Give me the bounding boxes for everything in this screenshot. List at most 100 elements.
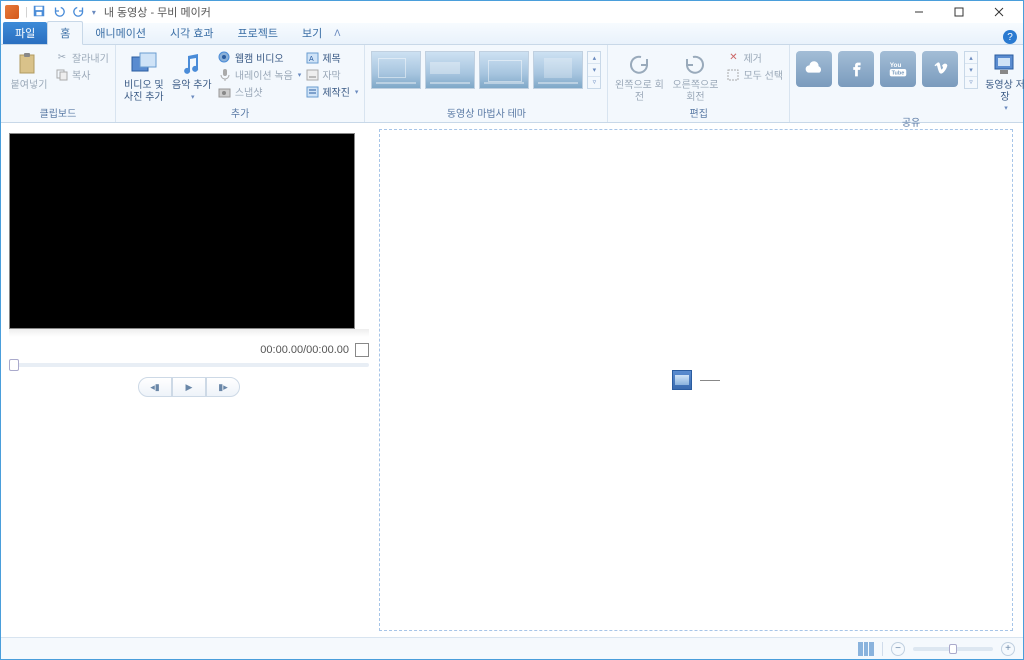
collapse-ribbon-icon[interactable]: ᐱ [334,28,340,39]
share-onedrive-button[interactable] [796,51,832,87]
group-label-themes: 동영상 마법사 테마 [371,104,601,122]
close-button[interactable] [979,2,1019,22]
video-preview[interactable] [9,133,355,329]
caption-label: 자막 [322,67,340,82]
status-bar: − + [1,637,1023,659]
fullscreen-icon[interactable] [355,343,369,357]
snapshot-icon [218,85,232,99]
save-icon[interactable] [32,4,46,21]
music-icon [178,50,206,78]
theme-expand[interactable]: ▿ [588,77,600,88]
save-movie-label: 동영상 저장 [984,80,1024,103]
cut-button[interactable]: ✂잘라내기 [55,49,109,66]
caption-icon [305,68,319,82]
rotate-right-icon [681,50,709,78]
playback-controls: ◂▮ ▶ ▮▸ [9,377,369,397]
rotate-left-label: 왼쪽으로 회전 [614,80,664,103]
qat-dropdown-icon[interactable]: ▾ [92,8,96,17]
theme-1[interactable] [371,51,421,89]
share-expand[interactable]: ▿ [965,77,977,88]
select-all-label: 모두 선택 [743,67,783,82]
cut-icon: ✂ [55,51,69,65]
share-scroll-down[interactable]: ▾ [965,64,977,76]
zoom-slider[interactable] [913,647,993,651]
share-scroll-up[interactable]: ▴ [965,52,977,64]
add-media-button[interactable]: 비디오 및 사진 추가 [122,48,166,103]
view-mode-icon[interactable] [858,642,874,656]
mic-icon [218,68,232,82]
rotate-left-button[interactable]: 왼쪽으로 회전 [614,48,664,103]
share-vimeo-button[interactable] [922,51,958,87]
next-frame-button[interactable]: ▮▸ [206,377,240,397]
ribbon: 붙여넣기 ✂잘라내기 복사 클립보드 비디오 및 사진 추가 음악 추가▾ 웹캠… [1,45,1023,123]
redo-icon[interactable] [72,4,86,21]
tab-file[interactable]: 파일 [3,22,47,44]
seek-thumb[interactable] [9,359,19,371]
title-label: 제목 [322,50,340,65]
svg-text:A: A [309,56,314,63]
zoom-thumb[interactable] [949,644,957,654]
prev-frame-button[interactable]: ◂▮ [138,377,172,397]
app-icon [5,5,19,19]
tab-visual-effects[interactable]: 시각 효과 [158,22,226,44]
tab-view[interactable]: 보기 [290,22,334,44]
credits-icon [305,85,319,99]
tab-animations[interactable]: 애니메이션 [83,22,158,44]
window-title: 내 동영상 - 무비 메이커 [104,4,211,20]
credits-label: 제작진 [322,84,350,99]
narration-button[interactable]: 내레이션 녹음▾ [218,66,302,83]
group-themes: ▴ ▾ ▿ 동영상 마법사 테마 [365,45,608,122]
separator: | [25,6,28,18]
save-movie-button[interactable]: 동영상 저장▾ [984,48,1024,113]
main-content: 00:00.00/00:00.00 ◂▮ ▶ ▮▸ [1,123,1023,637]
zoom-out-button[interactable]: − [891,642,905,656]
svg-text:You: You [890,62,902,69]
theme-3[interactable] [479,51,529,89]
snapshot-button[interactable]: 스냅샷 [218,83,302,100]
share-youtube-button[interactable]: You Tube [880,51,916,87]
theme-scroll-down[interactable]: ▾ [588,64,600,76]
add-media-icon [130,50,158,78]
add-media-label: 비디오 및 사진 추가 [122,80,166,103]
playback-time: 00:00.00/00:00.00 [260,344,349,356]
group-label-add: 추가 [122,104,359,122]
group-label-edit: 편집 [614,104,783,122]
rotate-left-icon [625,50,653,78]
credits-button[interactable]: 제작진▾ [305,83,358,100]
rotate-right-label: 오른쪽으로 회전 [668,80,722,103]
storyboard[interactable] [379,129,1013,631]
seek-bar[interactable] [9,363,369,367]
webcam-button[interactable]: 웹캠 비디오 [218,49,302,66]
clip-icon [672,370,692,390]
rotate-right-button[interactable]: 오른쪽으로 회전 [668,48,722,103]
theme-2[interactable] [425,51,475,89]
share-gallery-nav: ▴ ▾ ▿ [964,51,978,89]
paste-button[interactable]: 붙여넣기 [7,48,51,92]
copy-button[interactable]: 복사 [55,66,109,83]
group-add: 비디오 및 사진 추가 음악 추가▾ 웹캠 비디오 내레이션 녹음▾ 스냅샷 A… [116,45,366,122]
play-button[interactable]: ▶ [172,377,206,397]
theme-scroll-up[interactable]: ▴ [588,52,600,64]
share-facebook-button[interactable] [838,51,874,87]
narration-label: 내레이션 녹음 [235,67,293,82]
remove-button[interactable]: ✕제거 [726,49,783,66]
paste-label: 붙여넣기 [11,80,48,92]
group-edit: 왼쪽으로 회전 오른쪽으로 회전 ✕제거 모두 선택 편집 [608,45,790,122]
tab-home[interactable]: 홈 [47,21,83,45]
svg-text:Tube: Tube [892,71,905,77]
maximize-button[interactable] [939,2,979,22]
ribbon-tabs: 파일 홈 애니메이션 시각 효과 프로젝트 보기 ᐱ ? [1,23,1023,45]
select-all-button[interactable]: 모두 선택 [726,66,783,83]
zoom-in-button[interactable]: + [1001,642,1015,656]
undo-icon[interactable] [52,4,66,21]
select-all-icon [726,68,740,82]
help-icon[interactable]: ? [1003,30,1017,44]
caption-button[interactable]: 자막 [305,66,358,83]
tab-project[interactable]: 프로젝트 [226,22,290,44]
add-music-button[interactable]: 음악 추가▾ [170,48,214,102]
drop-hint [672,370,720,390]
theme-4[interactable] [533,51,583,89]
minimize-button[interactable] [899,2,939,22]
group-clipboard: 붙여넣기 ✂잘라내기 복사 클립보드 [1,45,116,122]
title-button[interactable]: A 제목 [305,49,358,66]
